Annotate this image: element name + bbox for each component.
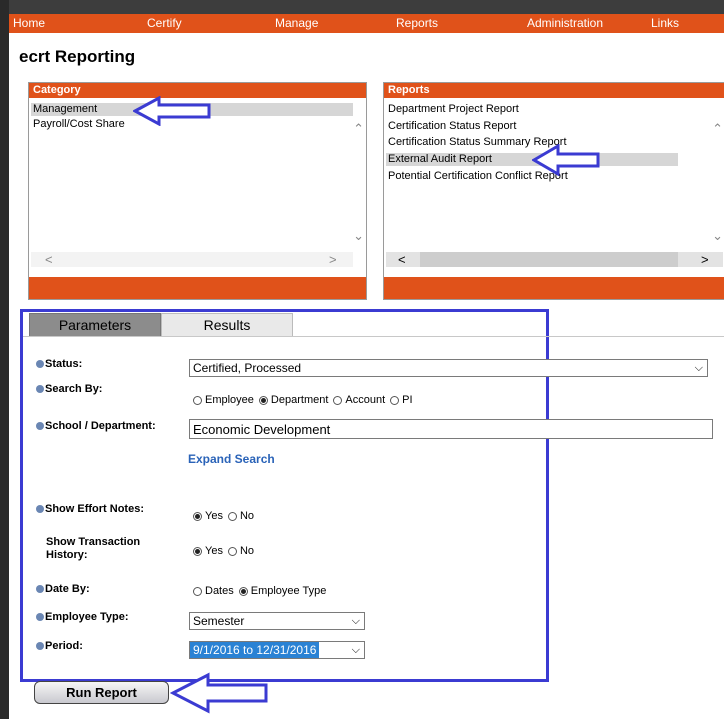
period-select[interactable]: 9/1/2016 to 12/31/2016 ⌵	[189, 641, 365, 659]
annotation-arrow-icon	[170, 672, 268, 714]
info-icon[interactable]	[36, 505, 44, 513]
scroll-down-icon[interactable]: ⌄	[712, 228, 723, 243]
report-item-certification-status[interactable]: Certification Status Report	[388, 120, 516, 133]
radio-transaction-yes[interactable]	[193, 546, 202, 556]
reports-panel: Reports Department Project Report Certif…	[383, 82, 724, 300]
search-by-label: Search By:	[36, 383, 102, 395]
page-title: ecrt Reporting	[19, 47, 136, 66]
info-icon[interactable]	[36, 385, 44, 393]
tab-parameters[interactable]: Parameters	[29, 313, 161, 337]
horizontal-scroll-thumb[interactable]	[420, 252, 678, 267]
category-item-management[interactable]: Management	[33, 103, 97, 116]
nav-links[interactable]: Links	[651, 16, 679, 30]
search-by-radio-group: Employee Department Account PI	[193, 394, 418, 406]
radio-employee-type[interactable]	[238, 586, 248, 596]
nav-reports[interactable]: Reports	[396, 16, 438, 30]
main-nav-bar: Home Certify Manage Reports Administrati…	[9, 14, 724, 33]
category-item-payroll-cost-share[interactable]: Payroll/Cost Share	[33, 118, 125, 131]
chevron-down-icon: ⌵	[694, 362, 703, 374]
scroll-up-icon[interactable]: ⌃	[712, 121, 723, 136]
chevron-down-icon: ⌵	[351, 615, 360, 627]
info-icon[interactable]	[36, 360, 44, 368]
left-edge-bar	[0, 0, 9, 719]
info-icon[interactable]	[36, 585, 44, 593]
report-item-department-project[interactable]: Department Project Report	[388, 103, 519, 116]
tab-underline	[23, 336, 724, 337]
report-item-external-audit[interactable]: External Audit Report	[388, 153, 492, 166]
radio-department[interactable]	[258, 395, 268, 405]
show-effort-notes-radio-group: Yes No	[193, 510, 259, 522]
info-icon[interactable]	[36, 422, 44, 430]
period-label: Period:	[36, 640, 83, 652]
scroll-up-icon[interactable]: ⌃	[353, 121, 364, 136]
show-transaction-history-radio-group: Yes No	[193, 545, 259, 557]
radio-employee[interactable]	[193, 395, 202, 405]
scroll-right-icon[interactable]: >	[701, 252, 709, 267]
radio-pi[interactable]	[390, 395, 400, 405]
radio-account[interactable]	[333, 395, 343, 405]
category-footer-bar	[29, 277, 366, 299]
date-by-radio-group: Dates Employee Type	[193, 585, 331, 597]
school-department-label: School / Department:	[36, 420, 156, 432]
school-department-input[interactable]: Economic Development	[189, 419, 713, 439]
show-transaction-history-label: Show Transaction History:	[46, 536, 141, 561]
expand-search-link[interactable]: Expand Search	[188, 452, 275, 466]
info-icon[interactable]	[36, 642, 44, 650]
nav-manage[interactable]: Manage	[275, 16, 318, 30]
annotation-arrow-icon	[133, 96, 211, 126]
nav-home[interactable]: Home	[13, 16, 45, 30]
radio-dates[interactable]	[193, 586, 202, 596]
annotation-arrow-icon	[532, 144, 600, 176]
horizontal-scrollbar[interactable]	[31, 252, 353, 267]
tab-results[interactable]: Results	[161, 313, 293, 337]
scroll-down-icon[interactable]: ⌄	[353, 228, 364, 243]
scroll-left-icon[interactable]: <	[45, 252, 53, 267]
nav-administration[interactable]: Administration	[527, 16, 603, 30]
radio-transaction-no[interactable]	[227, 546, 237, 556]
info-icon[interactable]	[36, 613, 44, 621]
radio-effort-no[interactable]	[227, 511, 237, 521]
status-select[interactable]: Certified, Processed ⌵	[189, 359, 708, 377]
chevron-down-icon: ⌵	[351, 644, 360, 656]
radio-effort-yes[interactable]	[193, 511, 202, 521]
status-label: Status:	[36, 358, 82, 370]
reports-header: Reports	[384, 83, 724, 98]
scroll-left-icon[interactable]: <	[398, 252, 406, 267]
employee-type-label: Employee Type:	[36, 611, 129, 623]
scroll-right-icon[interactable]: >	[329, 252, 337, 267]
date-by-label: Date By:	[36, 583, 90, 595]
show-effort-notes-label: Show Effort Notes:	[36, 503, 144, 515]
nav-certify[interactable]: Certify	[147, 16, 182, 30]
reports-footer-bar	[384, 277, 724, 299]
run-report-button[interactable]: Run Report	[34, 681, 169, 704]
employee-type-select[interactable]: Semester ⌵	[189, 612, 365, 630]
